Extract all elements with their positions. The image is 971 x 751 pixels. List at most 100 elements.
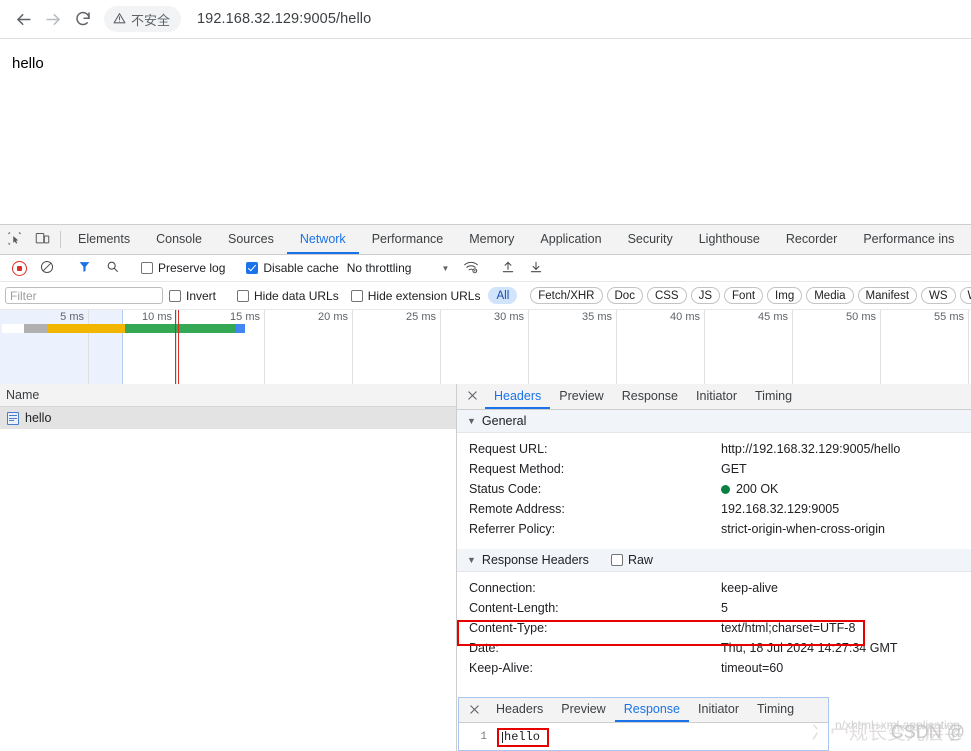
overlay-tab-label: Initiator	[698, 702, 740, 716]
address-bar[interactable]: 不安全 192.168.32.129:9005/hello	[104, 5, 963, 33]
overlay-tab-timing[interactable]: Timing	[748, 698, 803, 722]
throttling-dropdown[interactable]: No throttling ▼	[347, 261, 450, 275]
tab-label: Console	[156, 231, 202, 246]
network-split-view: Name hello Headers Preview Response Init…	[0, 384, 971, 751]
tab-label: Security	[627, 231, 673, 246]
preserve-log-checkbox[interactable]: Preserve log	[135, 261, 231, 275]
type-chip-manifest[interactable]: Manifest	[857, 287, 918, 304]
toolbar-divider	[60, 231, 61, 248]
overview-tick: 5 ms	[0, 310, 89, 387]
response-headers-section-title: Response Headers	[481, 553, 589, 567]
overlay-tab-headers[interactable]: Headers	[487, 698, 552, 722]
tab-application[interactable]: Application	[527, 225, 614, 254]
header-key: Request Method:	[469, 462, 565, 476]
network-overview-timeline[interactable]: 5 ms 10 ms 15 ms 20 ms 25 ms 30 ms 35 ms…	[0, 310, 971, 388]
type-chip-fetch-xhr[interactable]: Fetch/XHR	[530, 287, 603, 304]
filter-button[interactable]	[70, 260, 98, 276]
request-detail-pane: Headers Preview Response Initiator Timin…	[457, 384, 971, 751]
overview-tick-label: 40 ms	[670, 311, 700, 323]
header-row-status-code: Status Code: 200 OK	[457, 479, 971, 499]
security-status-label: 不安全	[131, 12, 171, 28]
import-har-button[interactable]	[494, 260, 522, 277]
response-headers-section-header[interactable]: ▼ Response Headers Raw	[457, 549, 971, 572]
detail-tab-timing[interactable]: Timing	[746, 384, 801, 409]
type-chip-wasm[interactable]: Wa	[959, 287, 971, 304]
request-name-label: hello	[25, 411, 52, 425]
inspect-element-button[interactable]	[0, 225, 28, 254]
tab-performance[interactable]: Performance	[359, 225, 457, 254]
general-section-title: General	[481, 414, 527, 428]
preserve-log-label: Preserve log	[158, 261, 226, 275]
overlay-tab-preview[interactable]: Preview	[552, 698, 614, 722]
detail-tab-initiator[interactable]: Initiator	[687, 384, 746, 409]
import-har-icon	[501, 260, 515, 277]
invert-checkbox[interactable]: Invert	[163, 289, 222, 303]
header-row-content-type: Content-Type: text/html;charset=UTF-8	[457, 618, 971, 638]
overlay-tab-initiator[interactable]: Initiator	[689, 698, 748, 722]
url-text[interactable]: 192.168.32.129:9005/hello	[197, 11, 371, 27]
tab-console[interactable]: Console	[143, 225, 215, 254]
tab-security[interactable]: Security	[615, 225, 686, 254]
clear-log-button[interactable]	[33, 260, 61, 277]
header-key: Content-Length:	[469, 601, 559, 615]
forward-button[interactable]	[38, 4, 68, 34]
request-list-column-header[interactable]: Name	[0, 384, 456, 407]
reload-icon	[74, 10, 92, 28]
device-toolbar-button[interactable]	[28, 225, 56, 254]
tab-lighthouse[interactable]: Lighthouse	[686, 225, 773, 254]
disable-cache-checkbox[interactable]: Disable cache	[240, 261, 344, 275]
type-chip-img[interactable]: Img	[767, 287, 803, 304]
load-event-line	[178, 310, 179, 387]
close-detail-button[interactable]	[459, 384, 485, 409]
type-chip-js[interactable]: JS	[690, 287, 721, 304]
checkbox-box	[246, 262, 259, 274]
type-chip-media[interactable]: Media	[806, 287, 854, 304]
header-key: Content-Type:	[469, 621, 548, 635]
overview-request-bar	[2, 324, 245, 333]
export-har-button[interactable]	[522, 260, 550, 277]
type-chip-ws[interactable]: WS	[921, 287, 956, 304]
detail-tab-label: Preview	[559, 388, 604, 403]
detail-tab-preview[interactable]: Preview	[550, 384, 612, 409]
devtools-tabbar: Elements Console Sources Network Perform…	[0, 225, 971, 255]
filter-input[interactable]	[5, 287, 163, 304]
back-button[interactable]	[8, 4, 38, 34]
search-button[interactable]	[98, 260, 126, 276]
checkbox-box	[141, 262, 153, 274]
general-section-header[interactable]: ▼ General	[457, 410, 971, 433]
response-body-text[interactable]: hello	[497, 727, 550, 747]
checkbox-box	[350, 289, 363, 302]
tab-elements[interactable]: Elements	[65, 225, 143, 254]
type-chip-all[interactable]: All	[488, 287, 518, 304]
close-icon	[469, 703, 480, 718]
hide-data-urls-checkbox[interactable]: Hide data URLs	[231, 289, 345, 303]
header-value: keep-alive	[721, 581, 778, 595]
header-key: Remote Address:	[469, 502, 565, 516]
tab-recorder[interactable]: Recorder	[773, 225, 850, 254]
header-row-connection: Connection: keep-alive	[457, 578, 971, 598]
request-row-hello[interactable]: hello	[0, 407, 456, 429]
type-chip-doc[interactable]: Doc	[606, 287, 643, 304]
security-status-chip[interactable]: 不安全	[104, 6, 182, 32]
tab-network[interactable]: Network	[286, 225, 359, 254]
reload-button[interactable]	[68, 4, 98, 34]
hide-extension-urls-checkbox[interactable]: Hide extension URLs	[345, 289, 487, 303]
type-chip-css[interactable]: CSS	[646, 287, 687, 304]
tab-memory[interactable]: Memory	[456, 225, 527, 254]
tab-label: Performance ins	[863, 231, 955, 246]
type-chip-font[interactable]: Font	[724, 287, 764, 304]
overview-tick-label: 25 ms	[406, 311, 436, 323]
overlay-tab-response[interactable]: Response	[614, 698, 690, 722]
raw-checkbox[interactable]: Raw	[610, 553, 653, 567]
record-button[interactable]	[5, 260, 33, 276]
checkbox-box	[610, 554, 623, 566]
detail-tab-response[interactable]: Response	[613, 384, 687, 409]
tab-sources[interactable]: Sources	[215, 225, 287, 254]
header-value-wrap: 200 OK	[721, 482, 778, 496]
detail-tab-headers[interactable]: Headers	[485, 384, 551, 409]
overlay-close-button[interactable]	[461, 698, 487, 722]
document-icon	[7, 411, 19, 425]
header-key: Referrer Policy:	[469, 522, 556, 536]
tab-performance-insights[interactable]: Performance ins	[850, 225, 967, 254]
network-conditions-button[interactable]	[457, 260, 485, 277]
